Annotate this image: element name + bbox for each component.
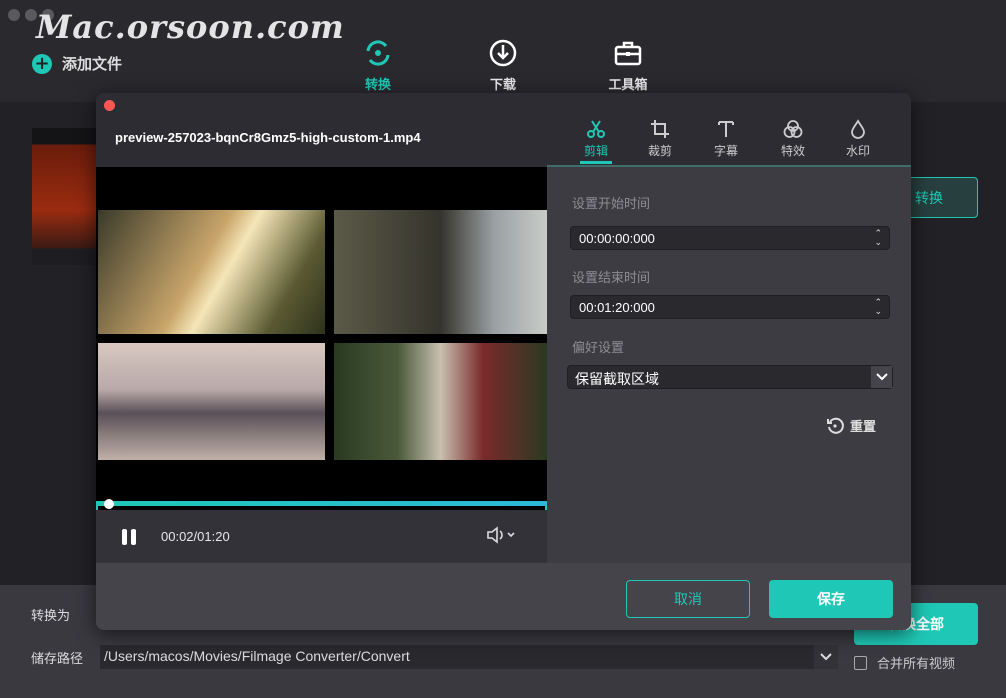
reset-label: 重置 [850, 420, 877, 435]
plus-icon: + [32, 53, 52, 74]
toolbox-icon [614, 41, 642, 66]
checkbox-icon[interactable] [854, 655, 867, 670]
add-file-label: 添加文件 [62, 55, 123, 73]
video-frame-image [98, 343, 325, 460]
tab-effects[interactable]: 特效 [768, 119, 818, 159]
scissors-icon [587, 120, 605, 138]
nav-toolbox-label: 工具箱 [608, 78, 648, 93]
reset-button[interactable]: 重置 [826, 416, 876, 435]
video-frame-image [98, 210, 325, 334]
tab-watermark[interactable]: 水印 [833, 119, 883, 159]
video-frame-image [334, 343, 547, 460]
preference-select[interactable]: 保留截取区域 [567, 365, 893, 389]
video-frame-image [334, 210, 547, 334]
tab-subtitle[interactable]: 字幕 [701, 119, 751, 159]
volume-icon[interactable] [486, 526, 520, 544]
edit-tabs: 剪辑 裁剪 字幕 特效 水印 [547, 93, 911, 167]
active-tab-indicator [580, 161, 612, 164]
start-time-stepper[interactable]: 00:00:00:000 ⌃ ⌄ [570, 226, 890, 250]
player-controls: 00:02/01:20 [96, 510, 547, 563]
download-icon [489, 39, 517, 67]
preference-value: 保留截取区域 [575, 372, 659, 388]
trim-settings-panel: 设置开始时间 00:00:00:000 ⌃ ⌄ 设置结束时间 00:01:20:0… [547, 167, 911, 563]
video-preview[interactable] [96, 167, 547, 510]
nav-convert[interactable]: 转换 [338, 38, 418, 93]
tab-trim-label: 剪辑 [583, 144, 608, 158]
dialog-filename: preview-257023-bqnCr8Gmz5-high-custom-1.… [115, 130, 421, 145]
pause-icon[interactable] [120, 528, 138, 546]
stepper-arrows-icon[interactable]: ⌃ ⌄ [874, 298, 882, 316]
tab-effects-label: 特效 [780, 144, 805, 158]
tab-trim[interactable]: 剪辑 [571, 119, 621, 159]
window-close-button[interactable] [8, 9, 20, 21]
edit-dialog: preview-257023-bqnCr8Gmz5-high-custom-1.… [96, 93, 911, 630]
end-time-stepper[interactable]: 00:01:20:000 ⌃ ⌄ [570, 295, 890, 319]
save-path-label: 储存路径 [31, 652, 84, 667]
nav-toolbox[interactable]: 工具箱 [588, 38, 668, 93]
merge-label: 合并所有视频 [877, 657, 956, 672]
watermark-drop-icon [851, 119, 865, 139]
nav-convert-label: 转换 [364, 78, 391, 93]
reset-icon [827, 417, 844, 434]
convert-icon [366, 40, 390, 66]
add-file-button[interactable]: + 添加文件 [32, 53, 122, 74]
start-time-value: 00:00:00:000 [579, 231, 655, 246]
tab-crop[interactable]: 裁剪 [635, 119, 685, 159]
save-path-select[interactable]: /Users/macos/Movies/Filmage Converter/Co… [100, 645, 838, 669]
nav-download[interactable]: 下载 [463, 38, 543, 93]
video-thumbnail[interactable] [32, 128, 102, 265]
stepper-arrows-icon[interactable]: ⌃ ⌄ [874, 229, 882, 247]
merge-all-checkbox[interactable]: 合并所有视频 [854, 653, 955, 672]
tab-crop-label: 裁剪 [647, 144, 672, 158]
save-path-value: /Users/macos/Movies/Filmage Converter/Co… [104, 648, 410, 664]
save-button[interactable]: 保存 [769, 580, 893, 618]
text-icon [718, 121, 734, 137]
dialog-footer: 取消 保存 [96, 563, 911, 630]
chevron-down-icon[interactable] [871, 366, 892, 388]
nav-download-label: 下载 [489, 78, 516, 93]
playback-progress-bar[interactable] [96, 501, 547, 506]
playback-time: 00:02/01:20 [161, 529, 230, 544]
tab-subtitle-label: 字幕 [713, 144, 738, 158]
end-time-value: 00:01:20:000 [579, 300, 655, 315]
watermark-text: Mac.orsoon.com [36, 8, 345, 46]
end-time-label: 设置结束时间 [572, 271, 651, 286]
convert-to-label: 转换为 [31, 609, 71, 624]
start-time-label: 设置开始时间 [572, 197, 651, 212]
crop-icon [651, 120, 669, 138]
chevron-down-icon[interactable] [814, 645, 838, 669]
tab-watermark-label: 水印 [845, 144, 870, 158]
effects-icon [783, 120, 803, 138]
dialog-close-button[interactable] [104, 100, 115, 111]
cancel-button[interactable]: 取消 [626, 580, 750, 618]
preference-label: 偏好设置 [572, 341, 625, 356]
